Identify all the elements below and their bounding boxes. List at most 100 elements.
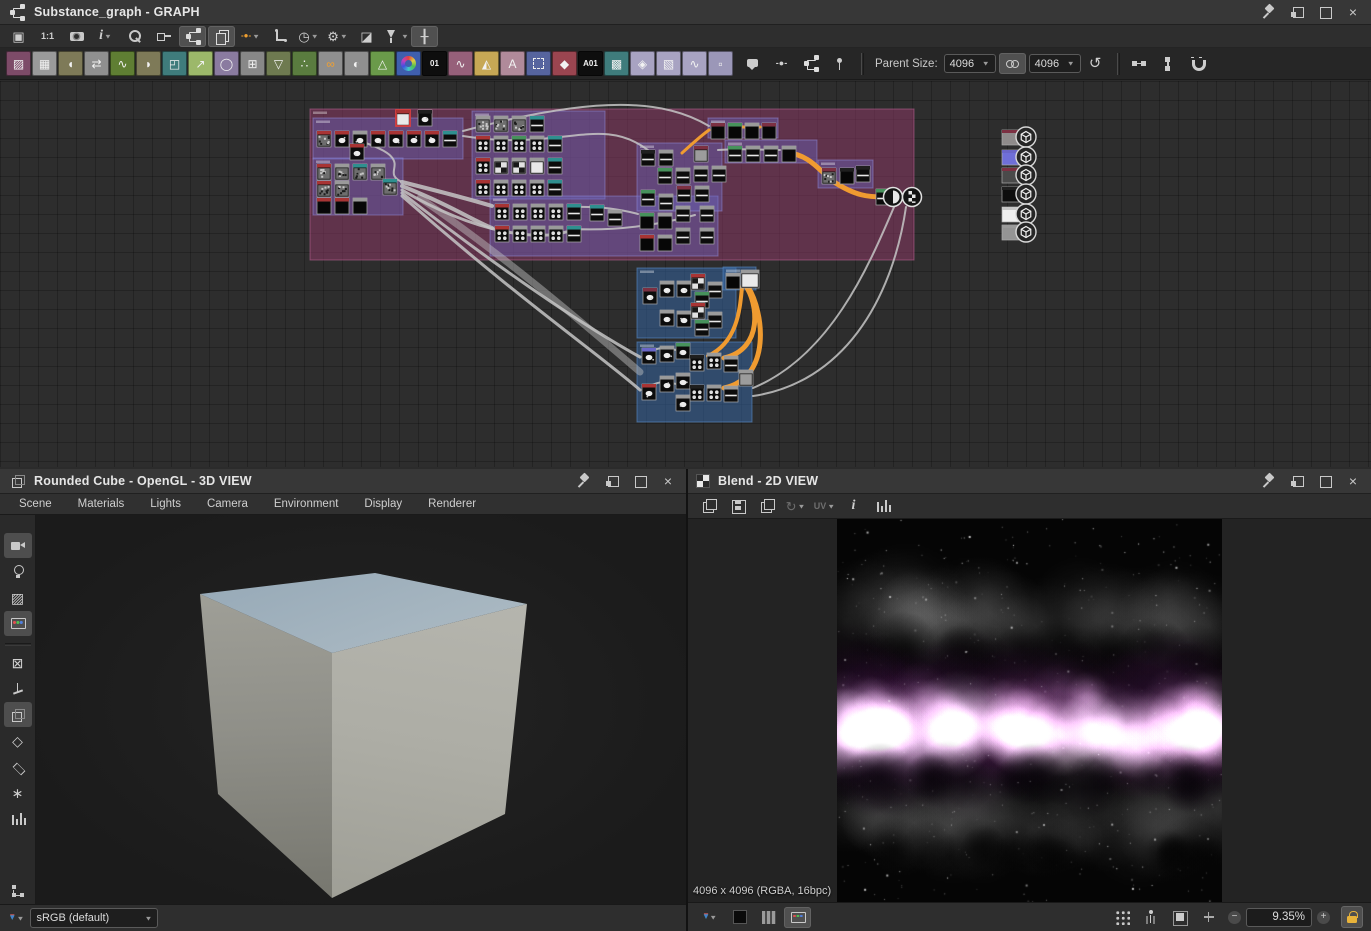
view2d-close-button[interactable]: × — [1343, 471, 1363, 491]
graph-node[interactable] — [335, 164, 349, 180]
view3d-pin-button[interactable] — [574, 471, 594, 491]
node-grayscale-conversion-button[interactable]: 01 — [422, 51, 447, 76]
output-node[interactable] — [1002, 147, 1036, 167]
graph-node[interactable] — [643, 288, 657, 304]
graph-node[interactable] — [695, 186, 709, 202]
tool-focus-node-button[interactable] — [150, 26, 177, 47]
graph-node[interactable] — [640, 213, 654, 229]
graph-maximize-button[interactable] — [1315, 2, 1335, 22]
tool-node-info-button[interactable]: i▼ — [92, 26, 119, 47]
menu-renderer[interactable]: Renderer — [415, 498, 489, 510]
graph-pin-button[interactable] — [1259, 2, 1279, 22]
graph-node[interactable] — [676, 168, 690, 184]
graph-node[interactable] — [530, 158, 544, 174]
graph-node[interactable] — [712, 166, 726, 182]
graph-node[interactable] — [512, 158, 526, 174]
graph-node[interactable] — [389, 131, 403, 147]
graph-node[interactable] — [762, 123, 776, 139]
graph-node[interactable] — [494, 158, 508, 174]
view3d-render-stats-button[interactable] — [4, 806, 32, 831]
tool-comment-button[interactable] — [739, 53, 766, 74]
view3d-fit-view-button[interactable]: ⊠ — [4, 650, 32, 675]
graph-node[interactable] — [476, 136, 490, 152]
graph-node[interactable] — [353, 164, 367, 180]
graph-node[interactable] — [726, 273, 740, 289]
graph-node[interactable] — [658, 168, 672, 184]
node-crop-button[interactable] — [526, 51, 551, 76]
graph-node[interactable] — [658, 213, 672, 229]
view2d-image-info-button[interactable]: i — [840, 496, 867, 517]
lock-zoom-button[interactable] — [1341, 906, 1363, 928]
tool-thumbnails-button[interactable]: ◪ — [353, 26, 380, 47]
view2d-pan-view-button[interactable] — [1195, 907, 1222, 928]
graph-node[interactable] — [640, 235, 654, 251]
graph-node[interactable] — [512, 180, 526, 196]
view3d-scene-tree-button[interactable] — [4, 878, 32, 903]
graph-node[interactable] — [641, 150, 655, 166]
view2d-histogram-button[interactable] — [869, 496, 896, 517]
view2d-titlebar[interactable]: Blend - 2D VIEW × — [688, 469, 1371, 494]
graph-node[interactable] — [822, 168, 836, 184]
view2d-duplicate-view-button[interactable] — [695, 496, 722, 517]
tool-snap-grid-button[interactable]: ╂ — [411, 26, 438, 47]
graph-node[interactable] — [407, 131, 421, 147]
node-gradient-node-button[interactable]: ▧ — [656, 51, 681, 76]
view3d-turntable-button[interactable]: ∗ — [4, 780, 32, 805]
graph-node[interactable] — [691, 274, 705, 290]
view3d-ground-plane-button[interactable] — [4, 754, 32, 779]
graph-node[interactable] — [660, 346, 674, 362]
view3d-environment-map-button[interactable]: ▨ — [4, 585, 32, 610]
view2d-channel-layers-button[interactable]: ▾▾▾▼ — [697, 907, 724, 928]
graph-node[interactable] — [856, 166, 870, 182]
view2d-display-filter-button[interactable] — [784, 907, 811, 928]
graph-node[interactable] — [694, 146, 708, 162]
graph-node[interactable] — [691, 303, 705, 319]
graph-node[interactable] — [741, 270, 759, 288]
tool-align-vertical-button[interactable] — [1155, 53, 1182, 74]
view2d-pin-button[interactable] — [1259, 471, 1279, 491]
graph-node[interactable] — [707, 385, 721, 401]
node-blur-button[interactable]: ◖ — [58, 51, 83, 76]
graph-node[interactable] — [531, 204, 545, 220]
graph-node[interactable] — [676, 343, 690, 359]
graph-node[interactable] — [548, 136, 562, 152]
graph-node[interactable] — [335, 131, 349, 147]
menu-environment[interactable]: Environment — [261, 498, 352, 510]
graph-node[interactable] — [371, 131, 385, 147]
node-tile-generator-button[interactable]: ⊞ — [240, 51, 265, 76]
graph-node[interactable] — [531, 226, 545, 242]
view2d-tile-grid-button[interactable] — [1108, 907, 1135, 928]
view3d-lights-settings-button[interactable] — [4, 559, 32, 584]
node-curve-node-button[interactable]: ∿ — [682, 51, 707, 76]
graph-node[interactable] — [700, 206, 714, 222]
tool-pin-item-button[interactable] — [826, 53, 853, 74]
tool-actual-size-button[interactable]: 1:1 — [34, 26, 61, 47]
view2d-viewport[interactable]: 4096 x 4096 (RGBA, 16bpc) — [688, 519, 1371, 902]
graph-node[interactable] — [317, 131, 331, 147]
view2d-reload-image-button[interactable]: ↻▼ — [782, 496, 809, 517]
node-channel-shuffle-button[interactable]: ⇄ — [84, 51, 109, 76]
zoom-out-button[interactable]: − — [1228, 911, 1241, 924]
view2d-maximize-button[interactable] — [1315, 471, 1335, 491]
tool-compute-timings-button[interactable]: ◷▼ — [295, 26, 322, 47]
graph-node[interactable] — [840, 168, 854, 184]
link-size-button[interactable] — [999, 53, 1026, 74]
menu-scene[interactable]: Scene — [6, 498, 65, 510]
graph-float-button[interactable] — [1287, 2, 1307, 22]
node-hsl-button[interactable] — [396, 51, 421, 76]
graph-node[interactable] — [443, 131, 457, 147]
graph-node[interactable] — [728, 146, 742, 162]
node-shatter-button[interactable]: ▩ — [604, 51, 629, 76]
graph-node[interactable] — [676, 228, 690, 244]
graph-node[interactable] — [530, 136, 544, 152]
graph-node[interactable] — [512, 116, 526, 132]
tool-dot-link-button[interactable]: -●- — [768, 53, 795, 74]
graph-node[interactable] — [708, 312, 722, 328]
zoom-in-button[interactable]: + — [1317, 911, 1330, 924]
node-height-blend-button[interactable]: ▽ — [266, 51, 291, 76]
node-chain-button[interactable]: ∞ — [318, 51, 343, 76]
graph-node[interactable] — [660, 310, 674, 326]
graph-node[interactable] — [548, 158, 562, 174]
view2d-uv-overlay-button[interactable]: UV▼ — [811, 496, 838, 517]
view3d-float-button[interactable] — [602, 471, 622, 491]
